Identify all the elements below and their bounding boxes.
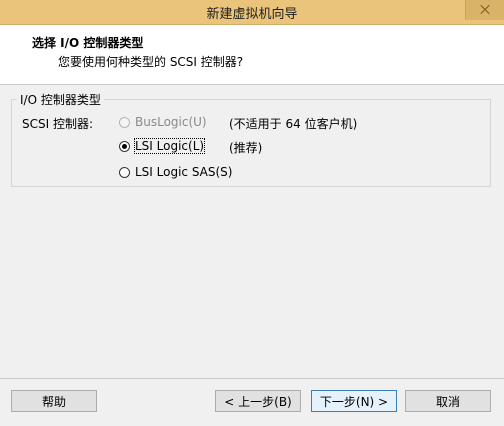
page-subtitle: 您要使用何种类型的 SCSI 控制器? <box>58 55 244 69</box>
radio-lsi-logic-sas[interactable]: LSI Logic SAS(S) <box>119 165 232 179</box>
radio-lsi-logic-label: LSI Logic(L) <box>133 138 206 154</box>
radio-lsi-logic[interactable]: LSI Logic(L) <box>119 138 206 154</box>
lsi-logic-note: (推荐) <box>229 141 263 155</box>
radio-lsi-logic-sas-circle[interactable] <box>119 166 130 178</box>
title-bar: 新建虚拟机向导 <box>0 0 504 25</box>
back-button[interactable]: < 上一步(B) <box>215 390 301 412</box>
next-button[interactable]: 下一步(N) > <box>311 390 397 412</box>
close-button[interactable] <box>465 0 504 20</box>
radio-buslogic[interactable]: BusLogic(U) <box>119 115 207 129</box>
wizard-header: 选择 I/O 控制器类型 您要使用何种类型的 SCSI 控制器? <box>0 25 504 85</box>
group-legend: I/O 控制器类型 <box>17 91 104 108</box>
cancel-button[interactable]: 取消 <box>405 390 491 412</box>
buslogic-note: (不适用于 64 位客户机) <box>229 117 358 131</box>
help-button[interactable]: 帮助 <box>11 390 97 412</box>
radio-lsi-logic-circle[interactable] <box>119 140 130 152</box>
radio-lsi-logic-sas-label: LSI Logic SAS(S) <box>135 165 233 179</box>
page-title: 选择 I/O 控制器类型 <box>32 36 144 50</box>
footer-separator <box>0 378 504 379</box>
window-title: 新建虚拟机向导 <box>206 7 298 22</box>
radio-buslogic-label: BusLogic(U) <box>135 115 207 129</box>
radio-buslogic-circle[interactable] <box>119 116 130 128</box>
io-controller-group: I/O 控制器类型 SCSI 控制器: BusLogic(U) (不适用于 64… <box>11 91 491 187</box>
scsi-controller-label: SCSI 控制器: <box>22 117 94 131</box>
